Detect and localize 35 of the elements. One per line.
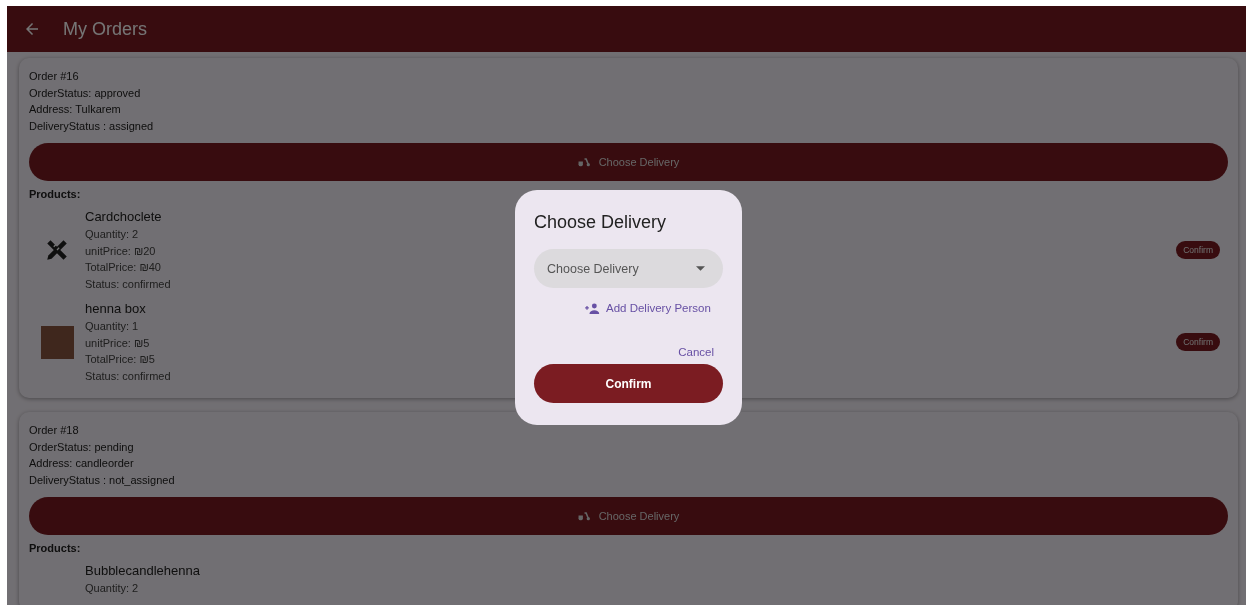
order-info-text: Address: Tulkarem: [29, 102, 121, 117]
order-info-text: OrderStatus: pending: [29, 439, 134, 455]
choose-delivery-button[interactable]: Choose Delivery: [29, 143, 1228, 181]
dropdown-caret-icon: [696, 266, 705, 271]
add-delivery-person-link[interactable]: Add Delivery Person: [585, 302, 711, 314]
product-detail-text: TotalPrice: ₪40: [85, 260, 161, 275]
product-name: henna box: [85, 300, 146, 318]
add-person-icon: [585, 302, 600, 314]
order-info-text: Order #18: [29, 423, 79, 438]
product-name: Cardchoclete: [85, 208, 162, 226]
confirm-button[interactable]: Confirm: [1176, 333, 1220, 351]
page-title: My Orders: [63, 18, 147, 40]
product-detail-text: Status: confirmed: [85, 368, 171, 384]
product-detail-text: TotalPrice: ₪5: [85, 352, 155, 367]
product-detail-text: Status: confirmed: [85, 276, 171, 292]
product-detail-text: unitPrice: ₪5: [85, 335, 150, 351]
order-info-text: DeliveryStatus : assigned: [29, 118, 154, 134]
products-label: Products:: [29, 188, 81, 200]
confirm-button[interactable]: Confirm: [534, 364, 723, 403]
product-name: Bubblecandlehenna: [85, 562, 200, 580]
choose-delivery-button[interactable]: Choose Delivery: [29, 497, 1228, 535]
order-info-text: DeliveryStatus : not_assigned: [29, 472, 175, 488]
order-info-text: Address: candleorder: [29, 456, 134, 471]
delivery-dropdown[interactable]: Choose Delivery: [534, 249, 723, 288]
product-detail-text: Quantity: 2: [85, 227, 139, 242]
confirm-button[interactable]: Confirm: [1176, 241, 1220, 259]
photo-placeholder: [40, 325, 74, 359]
product-detail-text: Quantity: 2: [85, 581, 139, 596]
cancel-button[interactable]: Cancel: [678, 346, 714, 358]
dialog-title: Choose Delivery: [534, 212, 668, 233]
product-detail-text: unitPrice: ₪20: [85, 243, 156, 259]
order-info-text: OrderStatus: approved: [29, 85, 141, 101]
product-detail-text: Quantity: 1: [85, 319, 139, 334]
products-label: Products:: [29, 542, 81, 554]
order-info-text: Order #16: [29, 69, 79, 84]
